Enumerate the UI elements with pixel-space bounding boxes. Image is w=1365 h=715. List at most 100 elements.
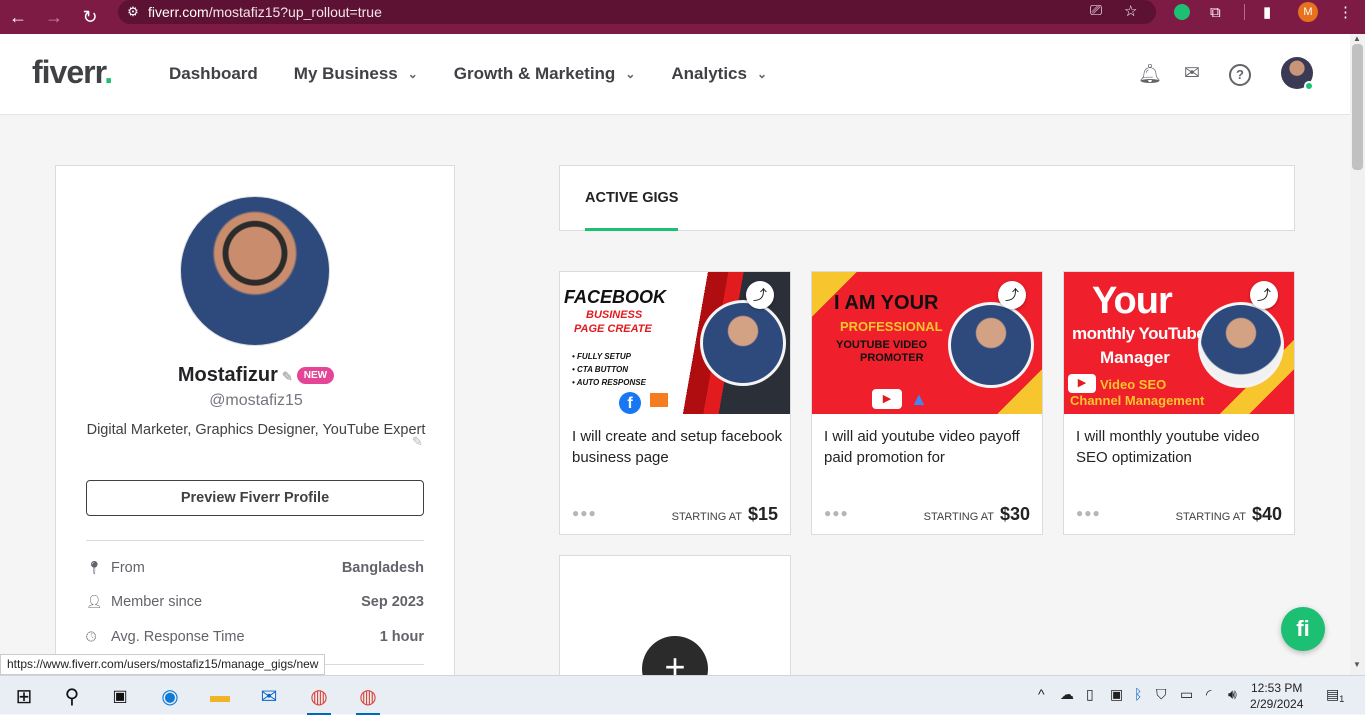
toolbar-divider (1244, 4, 1245, 20)
battery-icon[interactable]: ▭ (1180, 686, 1193, 703)
more-options-icon[interactable]: ●●● (824, 506, 849, 520)
extensions-puzzle-icon[interactable]: ⧉ (1210, 0, 1221, 24)
gig-price: STARTING AT $30 (923, 504, 1030, 524)
gig-price: STARTING AT $15 (671, 504, 778, 524)
nav-analytics[interactable]: Analytics ⌄ (671, 64, 767, 84)
link-status-bar: https://www.fiverr.com/users/mostafiz15/… (0, 654, 326, 675)
fiverr-logo[interactable]: fiverr. (32, 54, 113, 91)
edge-browser-icon[interactable]: ◉ (156, 682, 184, 710)
stat-row-member-since: 👤︎ Member since Sep 2023 (86, 594, 424, 610)
gig-price: STARTING AT $40 (1175, 504, 1282, 524)
edit-pencil-icon[interactable]: ✎ (412, 434, 423, 450)
scroll-down-arrow-icon[interactable]: ▼ (1353, 660, 1361, 669)
chrome-profile-avatar[interactable]: M (1298, 0, 1318, 24)
main-nav: Dashboard My Business ⌄ Growth & Marketin… (169, 64, 803, 84)
security-shield-icon[interactable]: ⛉ (1156, 686, 1167, 703)
gigs-tabs: ACTIVE GIGS (559, 165, 1295, 231)
chrome-app-icon[interactable]: ◍ (305, 682, 333, 715)
scroll-up-arrow-icon[interactable]: ▲ (1353, 34, 1361, 43)
url-text[interactable]: fiverr.com/mostafiz15?up_rollout=true (148, 4, 382, 20)
fiverr-chat-button[interactable]: fi (1281, 607, 1325, 651)
seller-photo (1198, 302, 1284, 388)
profile-description: Digital Marketer, Graphics Designer, You… (86, 422, 426, 438)
chevron-down-icon: ⌄ (756, 67, 768, 81)
chrome-profile-app-icon[interactable]: ◍ (354, 682, 382, 715)
seller-photo (700, 300, 786, 386)
windows-start-icon[interactable]: ⊞ (10, 682, 38, 710)
gig-card[interactable]: FACEBOOK BUSINESS PAGE CREATE • FULLY SE… (559, 271, 791, 535)
share-icon[interactable]: ⤴ (746, 281, 774, 309)
gig-thumbnail[interactable]: Your monthly YouTube Manager ▶ Video SEO… (1064, 272, 1294, 414)
gig-title[interactable]: I will aid youtube video payoff paid pro… (824, 426, 1036, 468)
location-pin-icon: 📍︎ (86, 560, 103, 575)
wifi-icon[interactable]: ◜ (1206, 686, 1211, 703)
address-bar[interactable]: ⚙ fiverr.com/mostafiz15?up_rollout=true … (118, 0, 1156, 24)
volume-icon[interactable]: 🔊︎ (1228, 686, 1237, 703)
more-menu-icon[interactable]: ⋮ (1338, 0, 1353, 24)
mail-icon[interactable]: ✉ (1184, 62, 1200, 85)
gig-card[interactable]: Your monthly YouTube Manager ▶ Video SEO… (1063, 271, 1295, 535)
system-clock[interactable]: 12:53 PM 2/29/2024 (1250, 680, 1303, 712)
share-icon[interactable]: ⤴ (1250, 281, 1278, 309)
profile-name: Mostafizur (177, 364, 278, 386)
more-options-icon[interactable]: ●●● (572, 506, 597, 520)
user-icon: 👤︎ (86, 594, 103, 609)
more-options-icon[interactable]: ●●● (1076, 506, 1101, 520)
page-scrollbar[interactable]: ▲ ▼ (1350, 34, 1365, 675)
help-icon[interactable]: ? (1229, 64, 1251, 86)
youtube-icon: ▶ (1068, 374, 1096, 393)
gig-title[interactable]: I will create and setup facebook busines… (572, 426, 784, 468)
scrollbar-thumb[interactable] (1352, 44, 1363, 170)
share-icon[interactable]: ⤴ (998, 281, 1026, 309)
create-new-gig-card[interactable]: + (559, 555, 791, 702)
reload-icon[interactable]: ↻ (72, 0, 108, 34)
facebook-icon: f (619, 392, 641, 414)
file-explorer-icon[interactable]: ▬ (206, 682, 234, 710)
seller-photo (948, 302, 1034, 388)
side-panel-icon[interactable]: ▮ (1263, 0, 1271, 24)
task-view-icon[interactable]: ▣ (106, 682, 134, 710)
bell-icon[interactable]: 🔔︎ (1138, 62, 1162, 86)
nav-my-business[interactable]: My Business ⌄ (294, 64, 418, 84)
windows-taskbar: ⊞ ⚲ ▣ ◉ ▬ ✉ ◍ ◍ ^ ☁ ▯ ▣ ᛒ ⛉ ▭ ◜ 🔊︎ 12:53… (0, 675, 1365, 715)
preview-profile-button[interactable]: Preview Fiverr Profile (86, 480, 424, 516)
install-app-icon[interactable]: ⎚ (1090, 2, 1102, 19)
youtube-icon: ▶ (872, 389, 902, 409)
device-icon[interactable]: ▯ (1086, 686, 1094, 703)
gig-card[interactable]: I AM YOUR PROFESSIONAL YOUTUBE VIDEO PRO… (811, 271, 1043, 535)
bluetooth-icon[interactable]: ᛒ (1134, 686, 1142, 702)
profile-card: Mostafizur ✎ NEW @mostafiz15 Digital Marke… (55, 165, 455, 685)
camera-icon[interactable]: ▣ (1110, 686, 1123, 703)
nav-growth-marketing[interactable]: Growth & Marketing ⌄ (454, 64, 636, 84)
search-icon[interactable]: ⚲ (58, 682, 86, 710)
edit-pencil-icon[interactable]: ✎ (282, 369, 293, 384)
forward-arrow-icon[interactable]: → (36, 0, 72, 34)
profile-photo[interactable] (180, 196, 330, 346)
profile-name-row: Mostafizur ✎ NEW (56, 364, 456, 387)
show-hidden-icons-chevron-icon[interactable]: ^ (1038, 686, 1045, 702)
flag-icon (650, 393, 668, 407)
tab-active-gigs[interactable]: ACTIVE GIGS (585, 190, 679, 231)
gig-thumbnail[interactable]: FACEBOOK BUSINESS PAGE CREATE • FULLY SE… (560, 272, 790, 414)
google-ads-icon: ▲ (910, 389, 928, 409)
site-settings-icon[interactable]: ⚙ (118, 4, 148, 20)
stat-row-from: 📍︎ From Bangladesh (86, 560, 424, 576)
extension-icon[interactable] (1174, 0, 1190, 24)
browser-toolbar: ← → ↻ ⚙ fiverr.com/mostafiz15?up_rollout… (0, 0, 1365, 34)
back-arrow-icon[interactable]: ← (0, 0, 36, 34)
profile-handle: @mostafiz15 (209, 392, 303, 409)
stat-row-response-time: 🕓︎ Avg. Response Time 1 hour (86, 629, 424, 645)
online-status-dot (1304, 81, 1314, 91)
gig-title[interactable]: I will monthly youtube video SEO optimiz… (1076, 426, 1288, 468)
notification-center-icon[interactable]: ▤1 (1326, 686, 1344, 704)
chevron-down-icon: ⌄ (625, 67, 636, 81)
mail-app-icon[interactable]: ✉ (255, 682, 283, 710)
nav-dashboard[interactable]: Dashboard (169, 64, 258, 84)
site-header: fiverr. Dashboard My Business ⌄ Growth & … (0, 34, 1350, 115)
clock-icon: 🕓︎ (86, 629, 97, 644)
gig-thumbnail[interactable]: I AM YOUR PROFESSIONAL YOUTUBE VIDEO PRO… (812, 272, 1042, 414)
chevron-down-icon: ⌄ (407, 67, 418, 81)
onedrive-cloud-icon[interactable]: ☁ (1060, 686, 1074, 703)
bookmark-star-icon[interactable]: ☆ (1124, 2, 1137, 20)
new-badge: NEW (296, 367, 335, 384)
